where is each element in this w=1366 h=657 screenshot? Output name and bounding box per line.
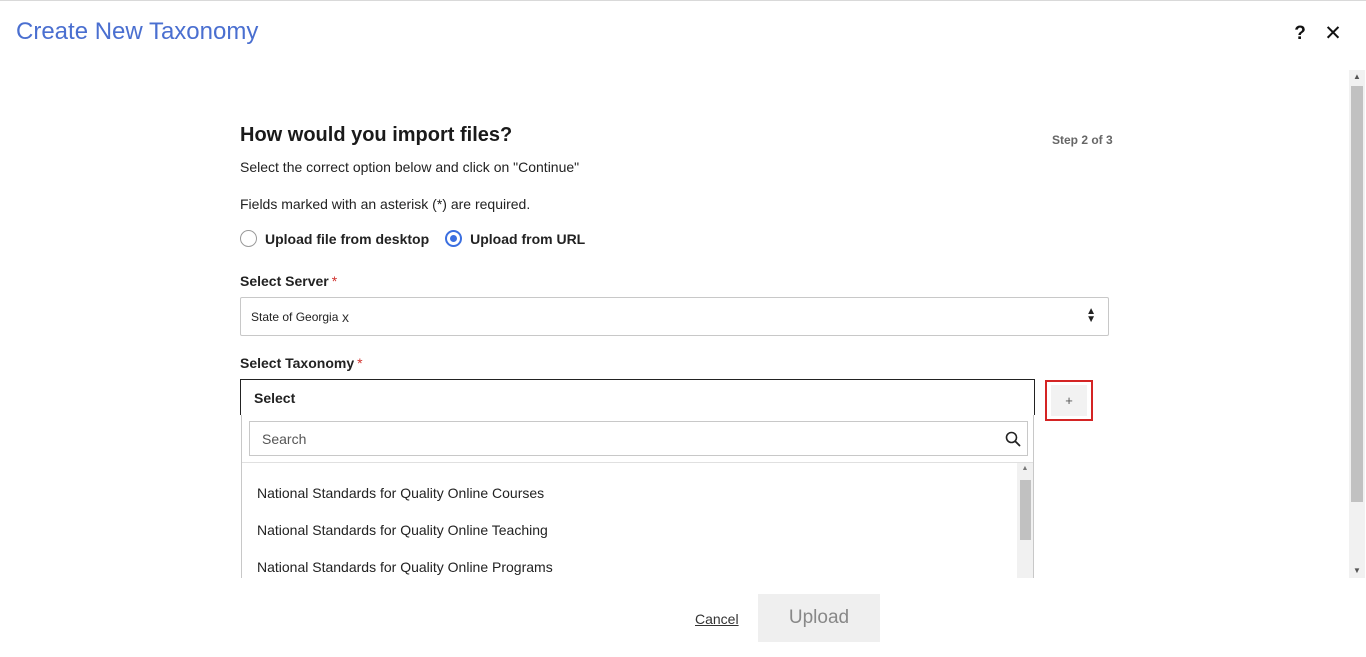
- taxonomy-select[interactable]: Select: [240, 379, 1035, 415]
- list-item[interactable]: National Standards for Quality Online Pr…: [257, 559, 553, 575]
- taxonomy-option-list: National Standards for Quality Online Co…: [242, 463, 1018, 578]
- upload-button[interactable]: Upload: [758, 594, 880, 642]
- taxonomy-label: Select Taxonomy *: [240, 355, 363, 371]
- taxonomy-select-value: Select: [254, 390, 296, 406]
- radio-upload-url[interactable]: [445, 230, 463, 247]
- server-label: Select Server *: [240, 273, 337, 289]
- list-item[interactable]: National Standards for Quality Online Te…: [257, 522, 548, 538]
- dropdown-scroll-thumb[interactable]: [1020, 480, 1031, 540]
- clear-x-icon[interactable]: x: [342, 309, 349, 325]
- sort-caret-icon: ▲ ▼: [1086, 306, 1096, 325]
- taxonomy-label-text: Select Taxonomy: [240, 355, 355, 371]
- list-item[interactable]: National Standards for Quality Online Co…: [257, 485, 544, 501]
- search-icon[interactable]: [1005, 431, 1021, 447]
- radio-label-upload-desktop[interactable]: Upload file from desktop: [265, 231, 429, 247]
- scroll-down-icon[interactable]: ▼: [1349, 564, 1365, 578]
- taxonomy-search: [249, 421, 1028, 456]
- help-icon[interactable]: ?: [1289, 22, 1311, 46]
- dropdown-scrollbar[interactable]: ▲: [1017, 463, 1033, 578]
- taxonomy-dropdown: National Standards for Quality Online Co…: [241, 415, 1034, 578]
- server-chip: State of Georgia: [251, 310, 339, 324]
- server-label-text: Select Server: [240, 273, 329, 289]
- plus-icon: +: [1051, 385, 1087, 416]
- form-heading: How would you import files?: [240, 124, 513, 146]
- top-border: [0, 0, 1366, 1]
- server-select[interactable]: State of Georgia x ▲ ▼: [240, 297, 1109, 336]
- required-asterisk: *: [357, 355, 363, 371]
- import-method-group: Upload file from desktop Upload from URL: [240, 230, 601, 247]
- radio-upload-desktop[interactable]: [240, 230, 257, 247]
- close-icon[interactable]: ✕: [1322, 22, 1344, 46]
- radio-label-upload-url[interactable]: Upload from URL: [470, 231, 585, 247]
- step-indicator: Step 2 of 3: [1052, 133, 1113, 147]
- scroll-up-icon[interactable]: ▲: [1349, 70, 1365, 84]
- scroll-up-icon[interactable]: ▲: [1017, 463, 1033, 475]
- required-note: Fields marked with an asterisk (*) are r…: [240, 196, 531, 212]
- required-asterisk: *: [331, 273, 338, 289]
- page-scroll-thumb[interactable]: [1351, 86, 1363, 502]
- page-scrollbar[interactable]: ▲ ▼: [1349, 70, 1365, 578]
- add-taxonomy-button[interactable]: +: [1045, 380, 1093, 421]
- taxonomy-search-input[interactable]: [250, 422, 1027, 455]
- instruction-text: Select the correct option below and clic…: [240, 159, 580, 175]
- cancel-button[interactable]: Cancel: [695, 611, 739, 627]
- dialog-body: How would you import files? Step 2 of 3 …: [0, 70, 1349, 578]
- dialog-title: Create New Taxonomy: [16, 18, 259, 45]
